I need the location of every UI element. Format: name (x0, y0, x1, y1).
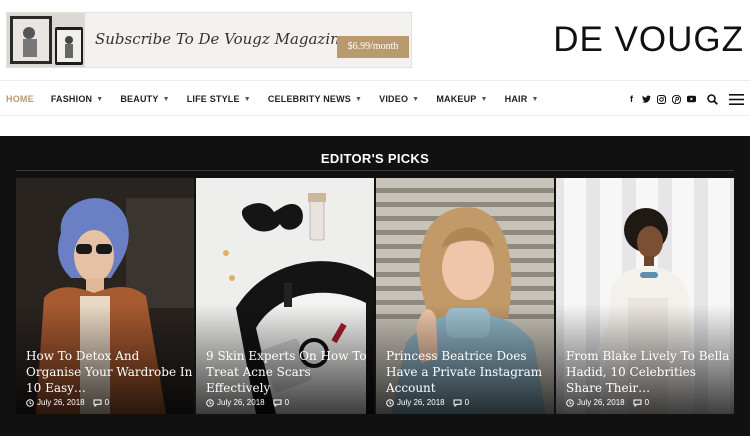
article-title[interactable]: 9 Skin Experts On How To Treat Acne Scar… (206, 348, 374, 396)
twitter-icon[interactable] (642, 94, 651, 104)
nav-item-label: Home (6, 94, 34, 104)
subscribe-banner[interactable]: Subscribe To De Vougz Magazine $6.99/mon… (6, 12, 412, 68)
chevron-down-icon: ▼ (96, 95, 104, 103)
article-meta: July 26, 2018 0 (566, 398, 649, 407)
picks-card-grid: How To Detox And Organise Your Wardrobe … (16, 178, 734, 414)
article-date: July 26, 2018 (577, 398, 625, 407)
nav-item-label: Makeup (436, 94, 477, 104)
article-title[interactable]: How To Detox And Organise Your Wardrobe … (26, 348, 194, 396)
chevron-down-icon: ▼ (480, 95, 488, 103)
article-card[interactable]: Princess Beatrice Does Have a Private In… (376, 178, 554, 414)
comment-icon (273, 399, 282, 407)
nav-item-home[interactable]: Home (6, 94, 34, 104)
nav-item-label: Beauty (120, 94, 159, 104)
pinterest-icon[interactable] (672, 94, 681, 104)
nav-item-video[interactable]: Video ▼ (379, 94, 419, 104)
main-navigation: Home Fashion ▼ Beauty ▼ Life Style ▼ Cel… (0, 80, 750, 116)
article-comment-count[interactable]: 0 (465, 398, 469, 407)
article-date: July 26, 2018 (397, 398, 445, 407)
article-date: July 26, 2018 (37, 398, 85, 407)
comment-icon (93, 399, 102, 407)
article-card[interactable]: From Blake Lively To Bella Hadid, 10 Cel… (556, 178, 734, 414)
nav-item-label: Life Style (186, 94, 240, 104)
article-meta: July 26, 2018 0 (206, 398, 289, 407)
nav-item-label: Fashion (50, 94, 93, 104)
article-date: July 26, 2018 (217, 398, 265, 407)
search-icon[interactable] (707, 93, 718, 105)
article-comment-count[interactable]: 0 (105, 398, 109, 407)
chevron-down-icon: ▼ (162, 95, 170, 103)
facebook-icon[interactable]: f (627, 94, 636, 104)
article-title[interactable]: From Blake Lively To Bella Hadid, 10 Cel… (566, 348, 734, 396)
site-logo[interactable]: DE VOUGZ (553, 20, 744, 60)
article-comment-count[interactable]: 0 (285, 398, 289, 407)
article-meta: July 26, 2018 0 (386, 398, 469, 407)
magazine-devices-image (7, 13, 85, 67)
youtube-icon[interactable] (687, 95, 696, 103)
nav-item-fashion[interactable]: Fashion ▼ (51, 94, 104, 104)
comment-icon (453, 399, 462, 407)
editors-picks-section: EDITOR'S PICKS How To Detox And Organise… (0, 136, 750, 436)
chevron-down-icon: ▼ (412, 95, 420, 103)
nav-tools: f (621, 81, 744, 117)
editors-picks-title: EDITOR'S PICKS (320, 151, 430, 166)
article-card[interactable]: How To Detox And Organise Your Wardrobe … (16, 178, 194, 414)
chevron-down-icon: ▼ (355, 95, 363, 103)
subscribe-price-button[interactable]: $6.99/month (337, 36, 409, 58)
instagram-icon[interactable] (657, 94, 666, 104)
chevron-down-icon: ▼ (243, 95, 251, 103)
hamburger-menu-icon[interactable] (729, 93, 744, 105)
article-card[interactable]: 9 Skin Experts On How To Treat Acne Scar… (196, 178, 374, 414)
nav-menu: Home Fashion ▼ Beauty ▼ Life Style ▼ Cel… (6, 81, 556, 117)
chevron-down-icon: ▼ (531, 95, 539, 103)
subscribe-banner-text: Subscribe To De Vougz Magazine (95, 30, 349, 48)
clock-icon (206, 398, 214, 407)
clock-icon (566, 398, 574, 407)
nav-item-label: Hair (504, 94, 528, 104)
clock-icon (26, 398, 34, 407)
nav-item-celebrity-news[interactable]: Celebrity News ▼ (268, 94, 362, 104)
article-meta: July 26, 2018 0 (26, 398, 109, 407)
nav-item-makeup[interactable]: Makeup ▼ (436, 94, 487, 104)
nav-item-beauty[interactable]: Beauty ▼ (120, 94, 169, 104)
clock-icon (386, 398, 394, 407)
comment-icon (633, 399, 642, 407)
site-header: Subscribe To De Vougz Magazine $6.99/mon… (0, 0, 750, 80)
section-divider (16, 170, 734, 171)
nav-item-life-style[interactable]: Life Style ▼ (187, 94, 251, 104)
article-comment-count[interactable]: 0 (645, 398, 649, 407)
nav-item-hair[interactable]: Hair ▼ (505, 94, 539, 104)
article-title[interactable]: Princess Beatrice Does Have a Private In… (386, 348, 554, 396)
nav-item-label: Video (379, 94, 409, 104)
nav-item-label: Celebrity News (267, 94, 352, 104)
